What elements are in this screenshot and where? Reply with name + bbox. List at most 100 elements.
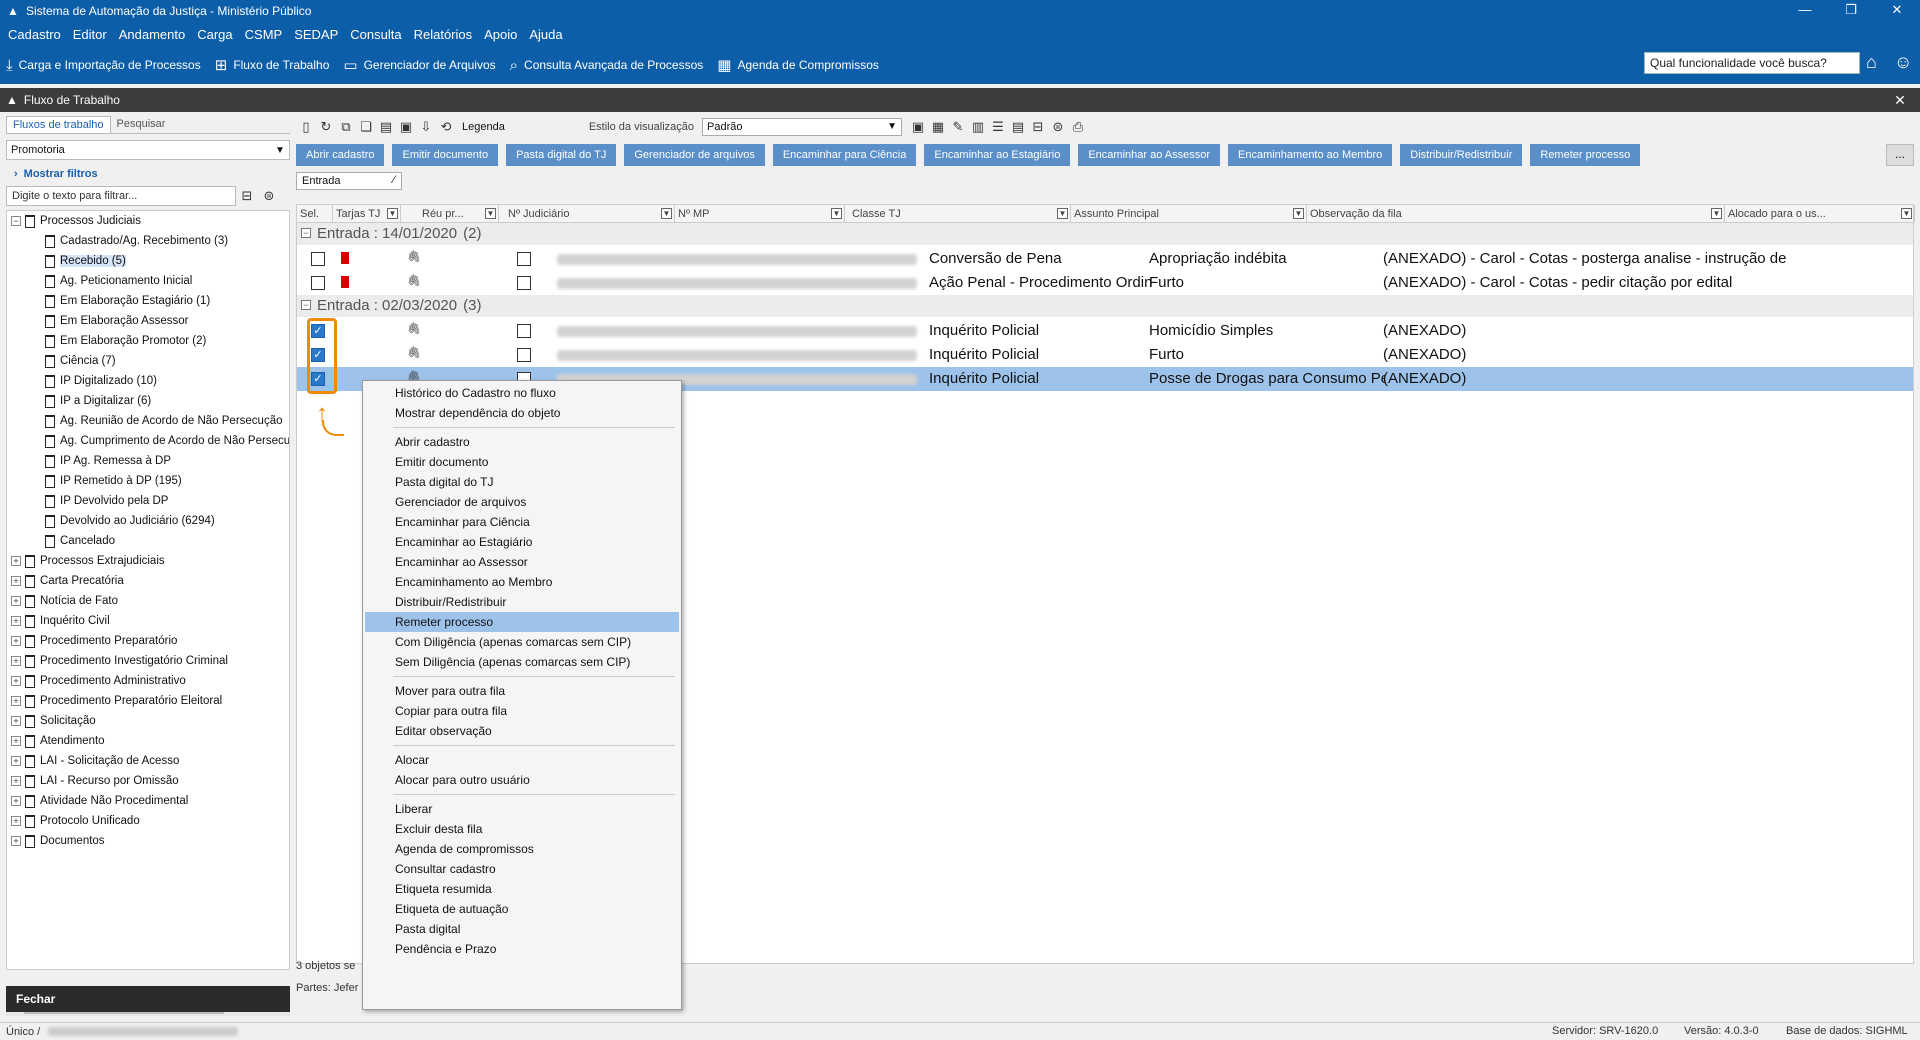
tree-item[interactable]: + Inquérito Civil (11, 611, 110, 631)
tree-item[interactable]: Ag. Peticionamento Inicial (45, 271, 192, 291)
menu-sedap[interactable]: SEDAP (288, 27, 344, 42)
pasta-digital-button[interactable]: Pasta digital do TJ (506, 144, 617, 166)
column-filter-icon[interactable]: ▼ (831, 208, 842, 219)
context-menu-item[interactable]: Encaminhar ao Assessor (365, 552, 679, 572)
tree-item[interactable]: + Notícia de Fato (11, 591, 118, 611)
tree-filter-input[interactable]: Digite o texto para filtrar... (6, 186, 236, 206)
context-menu-item[interactable]: Consultar cadastro (365, 859, 679, 879)
tree-item[interactable]: Ciência (7) (45, 351, 116, 371)
column-filter-icon[interactable]: ▼ (1901, 208, 1912, 219)
context-menu-item[interactable]: Etiqueta de autuação (365, 899, 679, 919)
expand-icon[interactable]: + (11, 656, 21, 666)
context-menu-item[interactable]: Alocar para outro usuário (365, 770, 679, 790)
expand-icon[interactable]: + (11, 716, 21, 726)
reu-preso-checkbox[interactable] (517, 252, 531, 266)
expand-icon[interactable]: + (11, 836, 21, 846)
abrir-cadastro-button[interactable]: Abrir cadastro (296, 144, 385, 166)
list-icon[interactable]: ☰ (988, 119, 1008, 135)
context-menu-item[interactable]: Com Diligência (apenas comarcas sem CIP) (365, 632, 679, 652)
excel-icon[interactable]: ▥ (968, 119, 988, 135)
user-icon[interactable]: ☺ (1894, 52, 1912, 73)
document-icon[interactable]: ▣ (396, 119, 416, 135)
tree-item[interactable]: + Carta Precatória (11, 571, 124, 591)
column-header[interactable]: Réu pr... ▼ (419, 205, 499, 223)
column-header[interactable]: Nº Judiciário ▼ (505, 205, 675, 223)
tree-item[interactable]: + Protocolo Unificado (11, 811, 140, 831)
context-menu-item[interactable]: Excluir desta fila (365, 819, 679, 839)
table-row[interactable]: 🖇 Ação Penal - Procedimento OrdinárioFurt… (297, 271, 1913, 295)
table-row[interactable]: ✓ 🖇 Inquérito Policial Homicídio Simples (AN… (297, 319, 1913, 343)
context-menu-item[interactable]: Pasta digital do TJ (365, 472, 679, 492)
expand-icon[interactable]: + (11, 756, 21, 766)
encaminhar-estagiario-button[interactable]: Encaminhar ao Estagiário (924, 144, 1071, 166)
collapse-icon[interactable]: − (11, 216, 21, 226)
context-menu-item[interactable]: Distribuir/Redistribuir (365, 592, 679, 612)
duplicate-icon[interactable]: ❏ (356, 119, 376, 135)
column-header[interactable]: Alocado para o us... ▼ (1725, 205, 1915, 223)
toolbar-consulta-avancada[interactable]: ⌕ Consulta Avançada de Processos (510, 57, 704, 74)
minimize-button[interactable]: — (1782, 0, 1828, 22)
edit-icon[interactable]: ✎ (948, 119, 968, 135)
group-row[interactable]: − Entrada : 14/01/2020 (2) (297, 223, 1913, 245)
tree-item[interactable]: + Procedimento Preparatório (11, 631, 177, 651)
context-menu-item[interactable]: Gerenciador de arquivos (365, 492, 679, 512)
reu-preso-checkbox[interactable] (517, 276, 531, 290)
more-actions-button[interactable]: ... (1886, 144, 1914, 166)
column-filter-icon[interactable]: ▼ (1057, 208, 1068, 219)
gerenciador-arquivos-button[interactable]: Gerenciador de arquivos (624, 144, 765, 166)
menu-consulta[interactable]: Consulta (344, 27, 407, 42)
context-menu-item[interactable]: Mover para outra fila (365, 681, 679, 701)
tree-item[interactable]: Em Elaboração Assessor (45, 311, 188, 331)
column-filter-icon[interactable]: ▼ (1293, 208, 1304, 219)
function-search-input[interactable]: Qual funcionalidade você busca? (1644, 52, 1860, 74)
column-filter-icon[interactable]: ▼ (661, 208, 672, 219)
row-select-checkbox[interactable] (311, 252, 325, 266)
context-menu-item[interactable]: Pasta digital (365, 919, 679, 939)
context-menu-item[interactable]: Editar observação (365, 721, 679, 741)
tree-item[interactable]: IP Remetido à DP (195) (45, 471, 182, 491)
toolbar-gerenciador-arquivos[interactable]: ▭ Gerenciador de Arquivos (343, 56, 495, 74)
toolbar-carga-importacao[interactable]: ⤓ Carga e Importação de Processos (6, 57, 201, 74)
tree-item[interactable]: − Processos Judiciais (11, 211, 141, 231)
tree-item[interactable]: Cadastrado/Ag. Recebimento (3) (45, 231, 228, 251)
tree-item[interactable]: + Atendimento (11, 731, 105, 751)
context-menu-item[interactable]: Liberar (365, 799, 679, 819)
reu-preso-checkbox[interactable] (517, 324, 531, 338)
tree-item[interactable]: + Atividade Não Procedimental (11, 791, 188, 811)
filter-icon[interactable]: ⊜ (1048, 119, 1068, 135)
context-menu-item[interactable]: Encaminhamento ao Membro (365, 572, 679, 592)
tree-item[interactable]: + Procedimento Investigatório Criminal (11, 651, 228, 671)
toolbar-agenda[interactable]: ▦ Agenda de Compromissos (717, 56, 879, 74)
expand-icon[interactable]: + (11, 776, 21, 786)
tree-item[interactable]: Recebido (5) (45, 251, 126, 271)
encaminhamento-membro-button[interactable]: Encaminhamento ao Membro (1228, 144, 1393, 166)
tree-item[interactable]: + Processos Extrajudiciais (11, 551, 165, 571)
encaminhar-ciencia-button[interactable]: Encaminhar para Ciência (772, 144, 917, 166)
context-menu-item[interactable]: Sem Diligência (apenas comarcas sem CIP) (365, 652, 679, 672)
table-row[interactable]: 🖇 Conversão de Pena Apropriação indébita (A… (297, 247, 1913, 271)
save-view-icon[interactable]: ▣ (908, 119, 928, 135)
expand-icon[interactable]: + (11, 576, 21, 586)
column-header[interactable]: Sel. (297, 205, 333, 223)
tree-item[interactable]: + Solicitação (11, 711, 96, 731)
column-header[interactable]: Nº MP ▼ (675, 205, 845, 223)
column-filter-icon[interactable]: ▼ (1711, 208, 1722, 219)
tab-pesquisar[interactable]: Pesquisar (111, 116, 172, 133)
print-preview-icon[interactable]: ▤ (376, 119, 396, 135)
column-header[interactable]: Observação da fila ▼ (1307, 205, 1725, 223)
context-menu-item[interactable]: Encaminhar para Ciência (365, 512, 679, 532)
menu-csmp[interactable]: CSMP (239, 27, 289, 42)
context-menu-item[interactable]: Agenda de compromissos (365, 839, 679, 859)
table-row[interactable]: ✓ 🖇 Inquérito Policial Furto (ANEXADO) (297, 343, 1913, 367)
print-icon[interactable]: ⎙ (1068, 119, 1088, 135)
menu-andamento[interactable]: Andamento (113, 27, 192, 42)
menu-carga[interactable]: Carga (191, 27, 238, 42)
show-filters-link[interactable]: › Mostrar filtros (6, 166, 290, 182)
tree-item[interactable]: Em Elaboração Estagiário (1) (45, 291, 210, 311)
column-header[interactable]: Classe TJ ▼ (849, 205, 1071, 223)
emitir-documento-button[interactable]: Emitir documento (392, 144, 499, 166)
tree-item[interactable]: IP a Digitalizar (6) (45, 391, 151, 411)
expand-icon[interactable]: + (11, 616, 21, 626)
context-menu-item[interactable]: Remeter processo (365, 612, 679, 632)
tree-item[interactable]: IP Ag. Remessa à DP (45, 451, 171, 471)
